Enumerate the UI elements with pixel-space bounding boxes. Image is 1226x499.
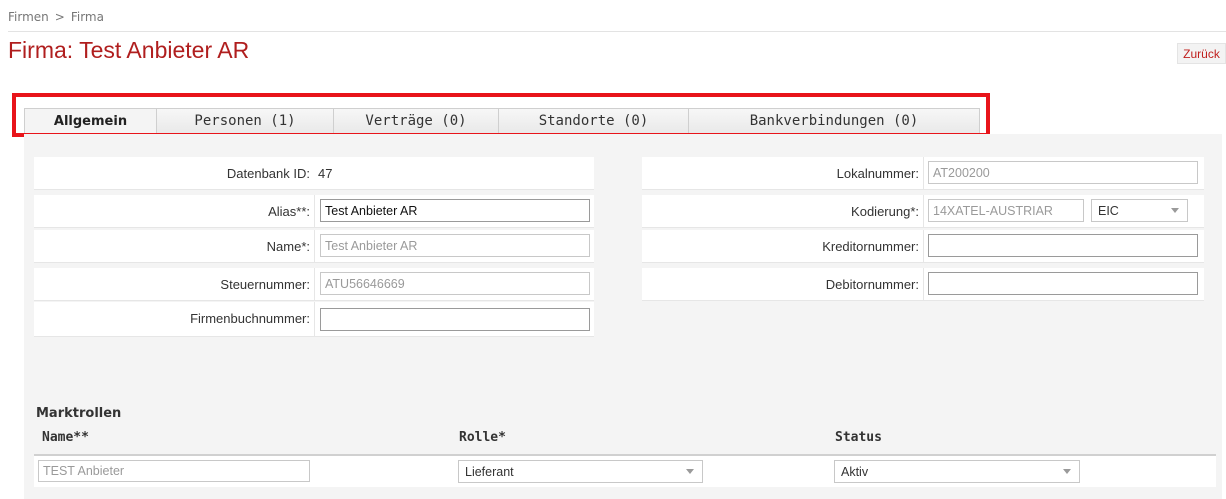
- alias-input[interactable]: Test Anbieter AR: [320, 199, 590, 222]
- table-row: TEST Anbieter Lieferant Aktiv: [34, 456, 1216, 487]
- column-header-rolle: Rolle*: [459, 430, 506, 445]
- kodierung-type-value: EIC: [1098, 203, 1119, 218]
- row-debitornummer: Debitornummer:: [642, 268, 1204, 301]
- row-firmenbuchnummer: Firmenbuchnummer:: [34, 302, 594, 337]
- label-firmenbuchnummer: Firmenbuchnummer:: [190, 310, 310, 326]
- row-lokalnummer: Lokalnummer: AT200200: [642, 157, 1204, 190]
- tab-bar: Allgemein Personen (1) Verträge (0) Stan…: [24, 108, 980, 134]
- tab-standorte[interactable]: Standorte (0): [499, 108, 689, 134]
- firmenbuchnummer-input[interactable]: [320, 308, 590, 331]
- tab-bankverbindungen[interactable]: Bankverbindungen (0): [689, 108, 980, 134]
- tab-allgemein[interactable]: Allgemein: [24, 108, 157, 134]
- row-divider: [923, 195, 924, 228]
- debitornummer-input[interactable]: [928, 272, 1198, 295]
- row-name: Name*: Test Anbieter AR: [34, 230, 594, 263]
- row-kodierung: Kodierung*: 14XATEL-AUSTRIAR EIC: [642, 195, 1204, 228]
- breadcrumb-item-firmen[interactable]: Firmen: [8, 10, 49, 24]
- breadcrumb-item-firma: Firma: [70, 10, 104, 24]
- row-alias: Alias**: Test Anbieter AR: [34, 195, 594, 228]
- marktrollen-title: Marktrollen: [36, 406, 122, 421]
- tab-vertraege[interactable]: Verträge (0): [334, 108, 499, 134]
- label-steuernummer: Steuernummer:: [220, 276, 310, 292]
- name-input: Test Anbieter AR: [320, 234, 590, 257]
- column-header-name: Name**: [42, 430, 89, 445]
- label-kreditornummer: Kreditornummer:: [822, 238, 919, 254]
- lokalnummer-input: AT200200: [928, 161, 1198, 184]
- marktrolle-rolle-value: Lieferant: [465, 464, 514, 479]
- chevron-down-icon: [1063, 469, 1071, 474]
- chevron-down-icon: [686, 469, 694, 474]
- header-divider: [8, 31, 1226, 32]
- label-lokalnummer: Lokalnummer:: [836, 165, 919, 181]
- row-divider: [923, 230, 924, 263]
- value-datenbank-id: 47: [318, 165, 333, 181]
- kodierung-input: 14XATEL-AUSTRIAR: [928, 199, 1084, 222]
- label-kodierung: Kodierung*:: [851, 203, 919, 219]
- marktrolle-name-input[interactable]: TEST Anbieter: [38, 460, 310, 482]
- breadcrumb-separator: >: [54, 10, 65, 24]
- marktrolle-status-value: Aktiv: [841, 464, 869, 479]
- kodierung-type-select[interactable]: EIC: [1091, 199, 1188, 222]
- row-divider: [314, 195, 315, 228]
- label-datenbank-id: Datenbank ID:: [226, 165, 310, 181]
- marktrolle-status-select[interactable]: Aktiv: [834, 460, 1080, 483]
- label-alias: Alias**:: [268, 203, 310, 219]
- steuernummer-input: ATU56646669: [320, 272, 590, 295]
- column-header-status: Status: [835, 430, 882, 445]
- row-steuernummer: Steuernummer: ATU56646669: [34, 268, 594, 301]
- row-divider: [923, 157, 924, 190]
- back-button[interactable]: Zurück: [1177, 43, 1226, 64]
- tab-personen[interactable]: Personen (1): [157, 108, 334, 134]
- row-divider: [314, 268, 315, 301]
- row-divider: [314, 302, 315, 337]
- row-kreditornummer: Kreditornummer:: [642, 230, 1204, 263]
- chevron-down-icon: [1171, 208, 1179, 213]
- page-title: Firma: Test Anbieter AR: [8, 37, 250, 63]
- row-divider: [314, 230, 315, 263]
- marktrolle-rolle-select[interactable]: Lieferant: [458, 460, 703, 483]
- kreditornummer-input[interactable]: [928, 234, 1198, 257]
- label-debitornummer: Debitornummer:: [825, 276, 919, 292]
- breadcrumb: Firmen > Firma: [8, 10, 104, 24]
- row-datenbank-id: Datenbank ID: 47: [34, 157, 594, 190]
- row-divider: [923, 268, 924, 301]
- label-name: Name*:: [266, 238, 310, 254]
